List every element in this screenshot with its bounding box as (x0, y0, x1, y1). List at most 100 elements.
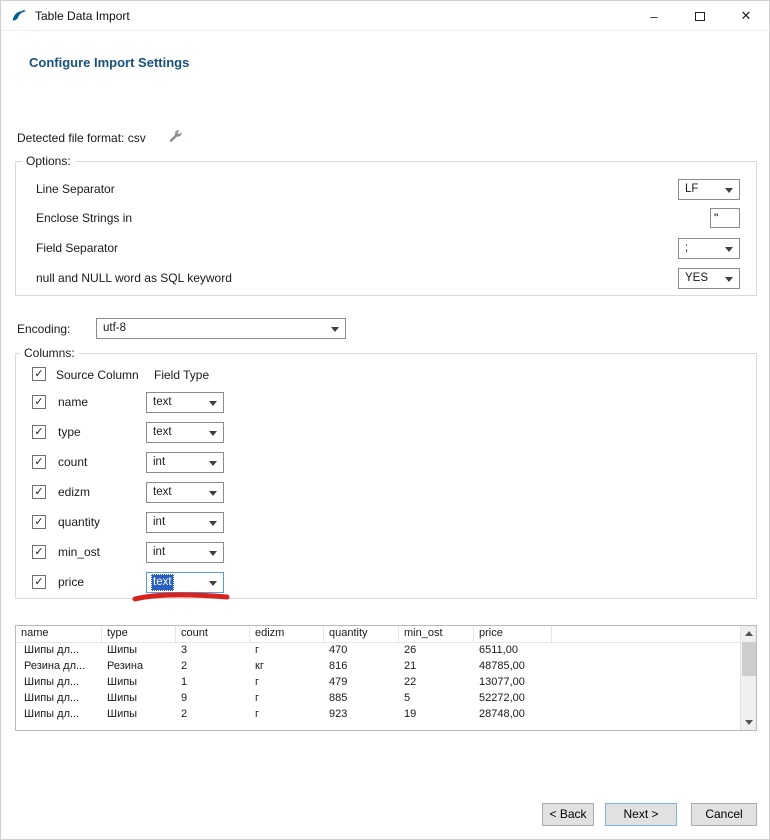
option-row-enclose-strings: Enclose Strings in (36, 207, 740, 229)
table-cell: 52272,00 (474, 691, 552, 707)
chevron-down-icon (725, 188, 733, 193)
column-label: count (58, 455, 87, 469)
checkbox-edizm[interactable]: ✓ (32, 485, 46, 499)
scrollbar-thumb[interactable] (742, 642, 756, 676)
table-cell: Шипы (102, 691, 176, 707)
maximize-button[interactable] (677, 1, 723, 31)
field-type-select-name[interactable]: text (146, 392, 224, 413)
minimize-button[interactable]: – (631, 1, 677, 31)
line-separator-label: Line Separator (36, 182, 115, 196)
checkbox-type[interactable]: ✓ (32, 425, 46, 439)
table-data-import-window: Table Data Import – ✕ Configure Import S… (0, 0, 770, 840)
chevron-down-icon (209, 581, 217, 586)
back-button[interactable]: < Back (542, 803, 594, 826)
table-cell: 885 (324, 691, 399, 707)
encoding-label: Encoding: (17, 322, 70, 336)
table-cell: Шипы дл... (16, 643, 102, 659)
enclose-strings-input[interactable] (710, 208, 740, 228)
select-all-checkbox[interactable]: ✓ (32, 367, 46, 381)
table-cell: 6511,00 (474, 643, 552, 659)
check-icon: ✓ (34, 547, 43, 558)
checkbox-name[interactable]: ✓ (32, 395, 46, 409)
checkbox-quantity[interactable]: ✓ (32, 515, 46, 529)
table-cell: 26 (399, 643, 474, 659)
field-separator-select[interactable]: ; (678, 238, 740, 259)
table-cell: кг (250, 659, 324, 675)
table-cell: 9 (176, 691, 250, 707)
checkbox-count[interactable]: ✓ (32, 455, 46, 469)
column-row-quantity: ✓ quantity int (16, 512, 756, 534)
options-legend: Options: (22, 154, 75, 168)
column-label: type (58, 425, 81, 439)
chevron-down-icon (725, 277, 733, 282)
table-cell: 28748,00 (474, 707, 552, 723)
preview-header-cell: type (102, 626, 176, 642)
check-icon: ✓ (34, 577, 43, 588)
preview-header-row: name type count edizm quantity min_ost p… (16, 626, 756, 643)
columns-group: Columns: ✓ Source Column Field Type ✓ na… (15, 353, 757, 599)
cancel-button[interactable]: Cancel (691, 803, 757, 826)
columns-header-row: ✓ Source Column Field Type (16, 366, 756, 384)
scroll-down-button[interactable] (741, 715, 757, 730)
table-row: Шипы дл... Шипы 9 г 885 5 52272,00 (16, 691, 756, 707)
field-type-select-quantity[interactable]: int (146, 512, 224, 533)
table-cell: 1 (176, 675, 250, 691)
scroll-up-button[interactable] (741, 626, 757, 641)
table-cell: г (250, 643, 324, 659)
table-cell: 2 (176, 707, 250, 723)
column-label: min_ost (58, 545, 100, 559)
close-button[interactable]: ✕ (723, 1, 769, 31)
line-separator-select[interactable]: LF (678, 179, 740, 200)
check-icon: ✓ (34, 369, 43, 380)
triangle-up-icon (745, 631, 753, 636)
source-column-header: Source Column (56, 368, 139, 382)
field-type-select-type[interactable]: text (146, 422, 224, 443)
column-row-price: ✓ price text (16, 572, 756, 594)
table-cell: 5 (399, 691, 474, 707)
table-cell: 923 (324, 707, 399, 723)
titlebar: Table Data Import – ✕ (1, 1, 769, 31)
option-row-field-separator: Field Separator ; (36, 237, 740, 259)
column-row-name: ✓ name text (16, 392, 756, 414)
enclose-strings-label: Enclose Strings in (36, 211, 132, 225)
preview-header-cell: name (16, 626, 102, 642)
field-type-select-price[interactable]: text (146, 572, 224, 593)
preview-table: name type count edizm quantity min_ost p… (15, 625, 757, 731)
option-row-line-separator: Line Separator LF (36, 178, 740, 200)
table-cell: 48785,00 (474, 659, 552, 675)
null-keyword-select[interactable]: YES (678, 268, 740, 289)
table-cell: Шипы дл... (16, 691, 102, 707)
check-icon: ✓ (34, 427, 43, 438)
preview-header-cell: edizm (250, 626, 324, 642)
preview-header-cell: min_ost (399, 626, 474, 642)
table-cell: Шипы (102, 707, 176, 723)
window-title: Table Data Import (35, 9, 130, 23)
field-type-select-min-ost[interactable]: int (146, 542, 224, 563)
detected-format-label: Detected file format: csv (17, 131, 146, 145)
table-cell: 2 (176, 659, 250, 675)
wrench-icon[interactable] (168, 130, 183, 145)
checkbox-min-ost[interactable]: ✓ (32, 545, 46, 559)
encoding-select[interactable]: utf-8 (96, 318, 346, 339)
vertical-scrollbar[interactable] (740, 626, 756, 730)
field-type-select-count[interactable]: int (146, 452, 224, 473)
next-button[interactable]: Next > (605, 803, 677, 826)
table-cell: 3 (176, 643, 250, 659)
field-type-select-edizm[interactable]: text (146, 482, 224, 503)
preview-header-cell: price (474, 626, 552, 642)
column-label: price (58, 575, 84, 589)
null-keyword-label: null and NULL word as SQL keyword (36, 271, 232, 285)
option-row-null-keyword: null and NULL word as SQL keyword YES (36, 267, 740, 289)
triangle-down-icon (745, 720, 753, 725)
chevron-down-icon (725, 247, 733, 252)
chevron-down-icon (209, 491, 217, 496)
checkbox-price[interactable]: ✓ (32, 575, 46, 589)
table-cell: Резина (102, 659, 176, 675)
field-separator-label: Field Separator (36, 241, 118, 255)
table-cell: г (250, 691, 324, 707)
chevron-down-icon (209, 431, 217, 436)
field-type-header: Field Type (154, 368, 209, 382)
column-row-edizm: ✓ edizm text (16, 482, 756, 504)
table-cell: Шипы (102, 643, 176, 659)
table-cell: Шипы (102, 675, 176, 691)
